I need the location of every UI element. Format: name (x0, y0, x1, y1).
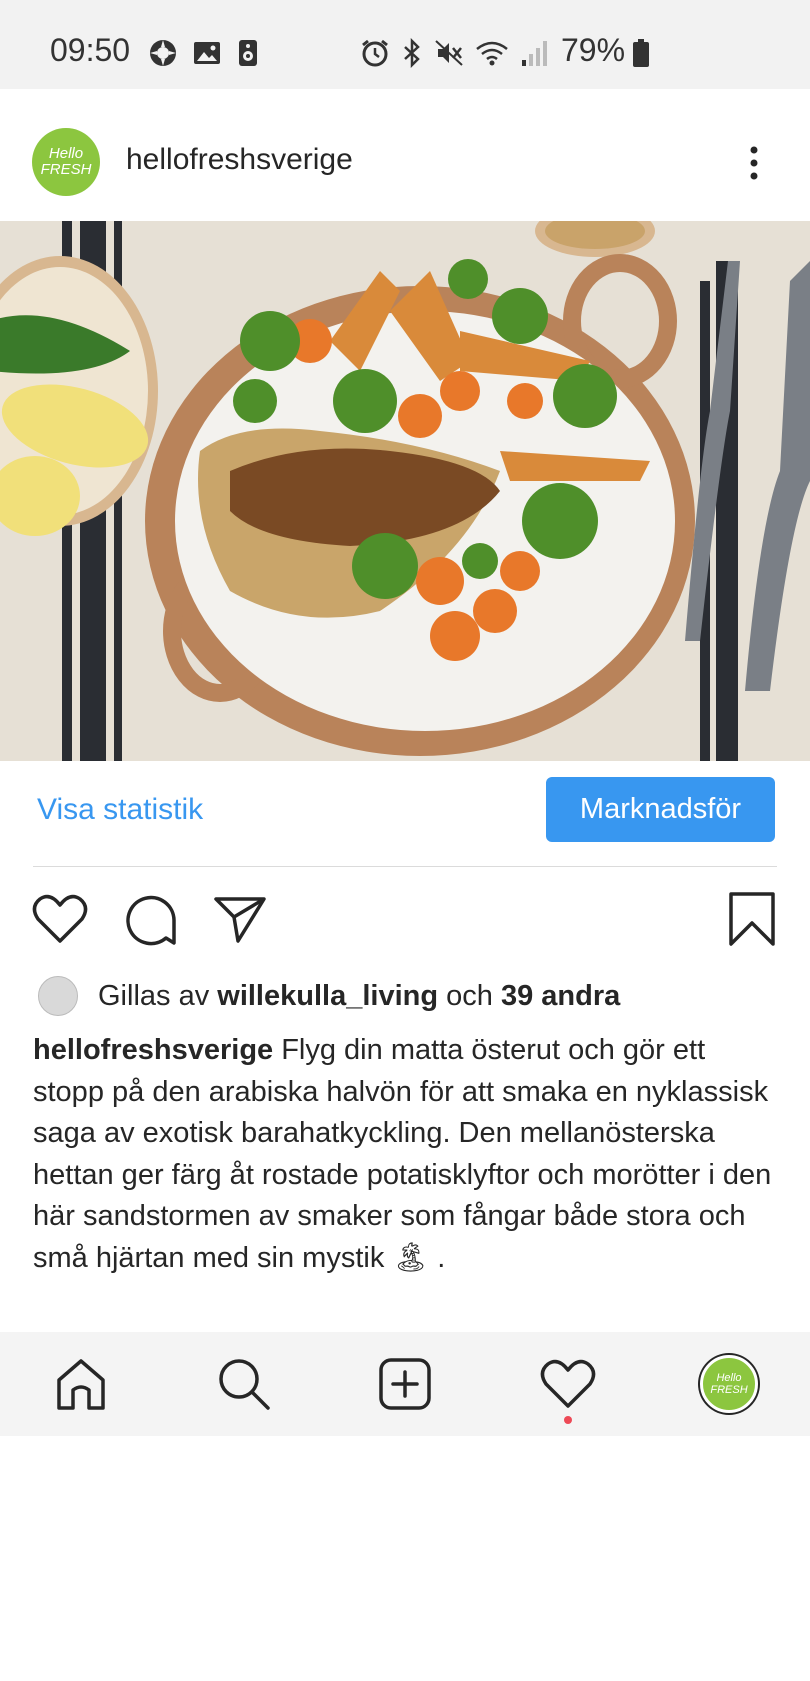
bluetooth-icon (400, 37, 424, 73)
avatar-text-line-1: Hello (48, 145, 84, 162)
likes-summary[interactable]: Gillas av willekulla_living och 39 andra (0, 972, 810, 1022)
bottom-navigation: Hello FRESH (0, 1332, 810, 1436)
status-time: 09:50 (50, 32, 131, 68)
share-icon[interactable] (212, 893, 268, 950)
view-insights-link[interactable]: Visa statistik (37, 793, 203, 827)
search-icon[interactable] (212, 1352, 276, 1416)
liker-username[interactable]: willekulla_living (217, 980, 438, 1012)
image-icon (192, 38, 222, 73)
like-icon[interactable] (32, 893, 88, 950)
insights-row: Visa statistik Marknadsför (0, 761, 810, 867)
notification-dot (564, 1416, 572, 1424)
home-icon[interactable] (49, 1352, 113, 1416)
profile-avatar[interactable]: Hello FRESH (700, 1355, 758, 1413)
profile-avatar-text-2: FRESH (710, 1384, 748, 1396)
likes-others-count[interactable]: 39 andra (501, 980, 620, 1012)
likes-prefix: Gillas av (98, 980, 218, 1012)
alarm-icon (360, 38, 390, 73)
post-photo[interactable] (0, 221, 810, 761)
post-author-username[interactable]: hellofreshsverige (126, 143, 353, 177)
mute-icon (434, 38, 464, 73)
profile-avatar-text-1: Hello (716, 1372, 742, 1384)
activity-icon[interactable] (536, 1352, 600, 1416)
status-right-icons (360, 37, 548, 73)
likes-text: Gillas av willekulla_living och 39 andra (98, 980, 620, 1013)
promote-button[interactable]: Marknadsför (546, 777, 775, 842)
battery-icon (632, 38, 650, 73)
status-bar: 09:50 79% (0, 0, 810, 89)
battery-percent: 79% (561, 32, 626, 68)
speaker-icon (236, 38, 260, 73)
post-caption: hellofreshsverige Flyg din matta österut… (33, 1030, 783, 1279)
post-author-avatar[interactable]: Hello FRESH (32, 128, 100, 196)
avatar-text-line-2: FRESH (40, 161, 92, 178)
post-header: Hello FRESH hellofreshsverige (0, 89, 810, 221)
add-post-icon[interactable] (373, 1352, 437, 1416)
signal-icon (520, 38, 548, 73)
post-actions (0, 887, 810, 957)
comment-icon[interactable] (124, 893, 178, 952)
status-left-icons (148, 38, 260, 73)
save-bookmark-icon[interactable] (728, 891, 776, 952)
more-options-icon[interactable] (744, 144, 764, 184)
divider (33, 866, 777, 867)
sync-icon (148, 38, 178, 73)
likes-middle: och (438, 980, 501, 1012)
caption-author[interactable]: hellofreshsverige (33, 1034, 273, 1066)
caption-text: Flyg din matta österut och gör ett stopp… (33, 1034, 772, 1274)
wifi-icon (474, 38, 510, 73)
profile-tab[interactable]: Hello FRESH (697, 1352, 761, 1416)
liker-avatar[interactable] (38, 976, 78, 1016)
